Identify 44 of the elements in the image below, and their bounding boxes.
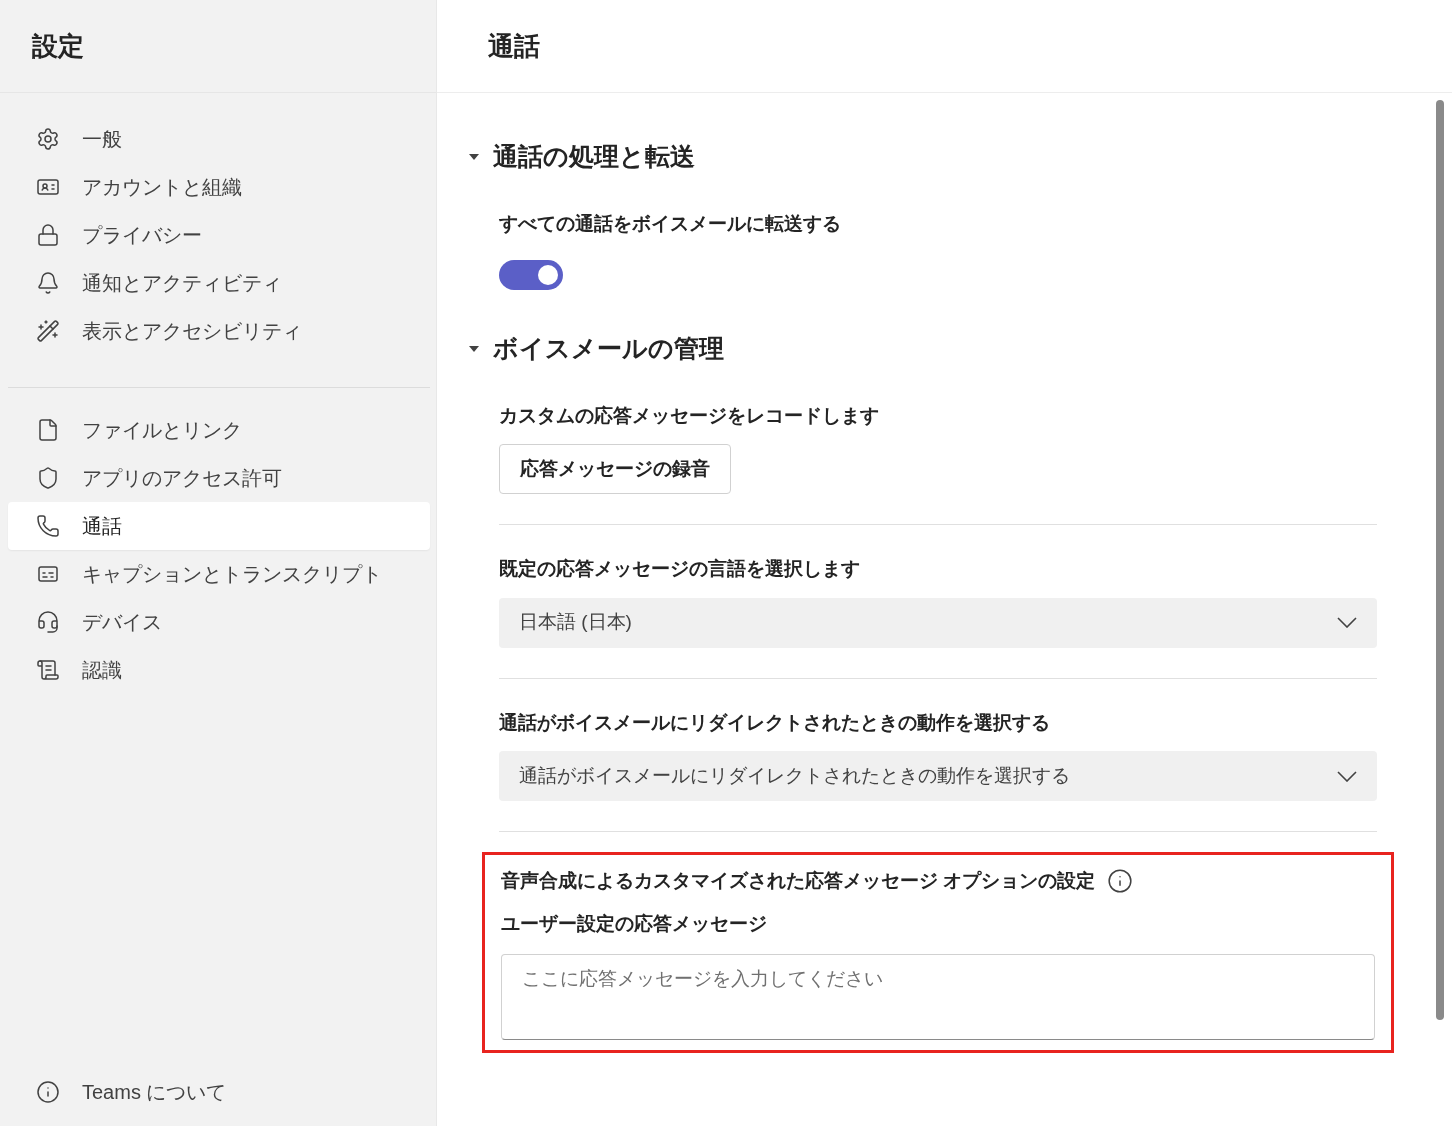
sidebar-item[interactable]: デバイス (8, 598, 430, 646)
record-greeting-button[interactable]: 応答メッセージの録音 (499, 444, 731, 494)
sidebar-item[interactable]: キャプションとトランスクリプト (8, 550, 430, 598)
toggle-switch[interactable] (499, 260, 563, 290)
setting-label: カスタムの応答メッセージをレコードします (499, 403, 880, 428)
about-link[interactable]: Teams について (82, 1077, 227, 1107)
greeting-text-field[interactable]: ここに応答メッセージを入力してください (501, 954, 1375, 1040)
shield-icon (36, 466, 60, 490)
bell-icon (36, 271, 60, 295)
dropdown-value: 通話がボイスメールにリダイレクトされたときの動作を選択する (519, 763, 1070, 788)
sidebar-item[interactable]: アカウントと組織 (8, 163, 430, 211)
gear-icon (36, 127, 60, 151)
field-label: ユーザー設定の応答メッセージ (501, 911, 768, 936)
collapse-caret-icon[interactable] (469, 153, 479, 160)
sidebar-item[interactable]: 一般 (8, 115, 430, 163)
chevron-down-icon (1337, 617, 1357, 628)
sidebar-title: 設定 (32, 29, 84, 63)
section-title: ボイスメールの管理 (493, 333, 724, 364)
sidebar-item[interactable]: アプリのアクセス許可 (8, 454, 430, 502)
setting-label: 通話がボイスメールにリダイレクトされたときの動作を選択する (499, 710, 1051, 735)
section-title: 通話の処理と転送 (493, 141, 695, 172)
dropdown[interactable]: 通話がボイスメールにリダイレクトされたときの動作を選択する (499, 751, 1377, 801)
sidebar-item[interactable]: 通話 (8, 502, 430, 550)
sidebar-item[interactable]: 表示とアクセシビリティ (8, 307, 430, 355)
setting-label: 音声合成によるカスタマイズされた応答メッセージ オプションの設定 (501, 869, 1096, 893)
sidebar-item[interactable]: 認識 (8, 646, 430, 694)
magic-wand-icon (36, 319, 60, 343)
scrollbar-thumb[interactable] (1436, 100, 1444, 1020)
page-title: 通話 (488, 29, 540, 63)
sidebar-item[interactable]: プライバシー (8, 211, 430, 259)
headset-icon (36, 610, 60, 634)
dropdown[interactable]: 日本語 (日本) (499, 597, 1377, 648)
info-icon (36, 1080, 60, 1104)
setting-label: 既定の応答メッセージの言語を選択します (499, 557, 861, 581)
file-icon (36, 418, 60, 442)
info-icon[interactable] (1107, 868, 1134, 895)
setting-label: すべての通話をボイスメールに転送する (499, 211, 842, 236)
sidebar-item[interactable]: 通知とアクティビティ (8, 259, 430, 307)
dropdown-value: 日本語 (日本) (519, 610, 632, 635)
lock-icon (36, 223, 60, 247)
phone-icon (36, 514, 60, 538)
collapse-caret-icon[interactable] (469, 345, 479, 352)
sidebar-item[interactable]: ファイルとリンク (8, 406, 430, 454)
chevron-down-icon (1337, 770, 1357, 782)
